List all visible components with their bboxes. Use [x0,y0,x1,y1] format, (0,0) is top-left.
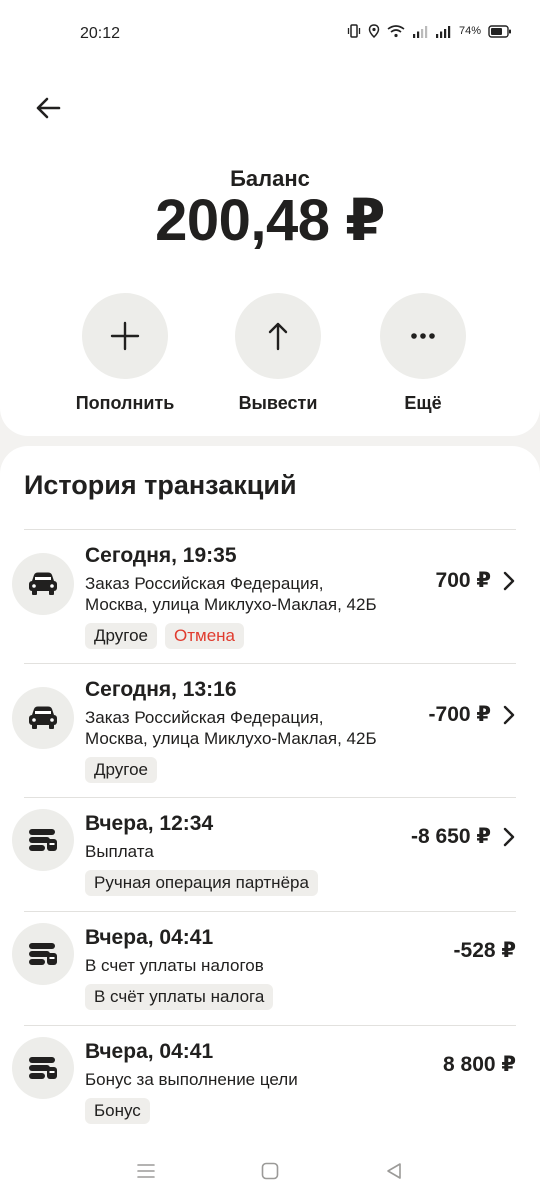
transaction-tags: Бонус [85,1098,150,1124]
top-up-circle [82,293,168,379]
vibrate-icon [347,24,361,38]
wifi-icon [387,25,405,38]
chevron-right-icon [503,571,515,591]
tag-other: Другое [85,623,158,649]
transaction-description: Заказ Российская Федерация, Москва, улиц… [85,573,425,615]
transaction-tags: Другое Отмена [85,623,245,649]
status-icons: 74% [347,24,512,38]
battery-percent: 74% [458,25,481,37]
tag-manual-operation: Ручная операция партнёра [85,870,318,896]
chevron-right-icon [503,827,515,847]
transaction-description: Заказ Российская Федерация, Москва, улиц… [85,707,425,749]
transaction-date: Вчера, 12:34 [85,812,214,835]
history-title: История транзакций [24,470,297,500]
transaction-date: Сегодня, 13:16 [85,678,237,701]
description-line: Москва, улица Миклухо-Маклая, 42Б [85,595,377,614]
triangle-back-icon [387,1163,401,1179]
system-nav-bar [0,1142,540,1200]
battery-icon [488,24,511,38]
transaction-tags: В счёт уплаты налога [85,984,274,1010]
transaction-amount: -700 ₽ [428,703,491,726]
transaction-amount: 700 ₽ [435,569,491,592]
transaction-item[interactable]: Вчера, 04:41 Бонус за выполнение цели Бо… [0,1026,540,1139]
back-button[interactable] [28,88,68,128]
location-icon [368,24,380,38]
transaction-tags: Другое [85,757,158,783]
tag-bonus: Бонус [85,1098,150,1124]
withdraw-label: Вывести [238,393,318,413]
transaction-item[interactable]: Вчера, 04:41 В счет уплаты налогов В счё… [0,912,540,1025]
taxi-icon [12,687,74,749]
signal-icon [412,25,428,38]
plus-icon [110,321,140,351]
recent-apps-button[interactable] [131,1156,161,1186]
arrow-up-icon [268,322,288,351]
transaction-date: Вчера, 04:41 [85,1040,214,1063]
tag-cancelled: Отмена [165,623,245,649]
chevron-right-icon [503,705,515,725]
withdraw-button[interactable]: Вывести [218,293,338,414]
transaction-description: В счет уплаты налогов [85,955,425,976]
status-bar: 20:12 74% [0,0,540,68]
signal-icon-2 [435,25,451,38]
transaction-description: Бонус за выполнение цели [85,1069,425,1090]
menu-icon [137,1164,155,1178]
description-line: В счет уплаты налогов [85,956,264,975]
coins-icon [12,1037,74,1099]
taxi-icon [12,553,74,615]
description-line: Бонус за выполнение цели [85,1070,298,1089]
more-label: Ещё [404,393,442,413]
transaction-item[interactable]: Сегодня, 13:16 Заказ Российская Федераци… [0,664,540,797]
top-up-button[interactable]: Пополнить [65,293,185,414]
withdraw-circle [235,293,321,379]
transaction-item[interactable]: Вчера, 12:34 Выплата Ручная операция пар… [0,798,540,911]
transaction-item[interactable]: Сегодня, 19:35 Заказ Российская Федераци… [0,530,540,663]
tag-other: Другое [85,757,158,783]
balance-amount: 200,48 ₽ [155,188,385,253]
description-line: Выплата [85,842,154,861]
arrow-left-icon [36,97,61,119]
coins-icon [12,923,74,985]
square-icon [261,1162,279,1180]
more-button[interactable]: Ещё [363,293,483,414]
home-button[interactable] [255,1156,285,1186]
transaction-description: Выплата [85,841,425,862]
transaction-amount: -8 650 ₽ [411,825,491,848]
transaction-tags: Ручная операция партнёра [85,870,318,896]
description-line: Заказ Российская Федерация, [85,708,324,727]
tag-tax: В счёт уплаты налога [85,984,274,1010]
description-line: Заказ Российская Федерация, [85,574,324,593]
top-up-label: Пополнить [75,393,175,413]
description-line: Москва, улица Миклухо-Маклая, 42Б [85,729,377,748]
transaction-date: Вчера, 04:41 [85,926,214,949]
transaction-amount: 8 800 ₽ [443,1053,516,1076]
more-dots-icon [411,333,435,339]
more-circle [380,293,466,379]
transaction-date: Сегодня, 19:35 [85,544,237,567]
transaction-history: История транзакций Сегодня, 19:35 Заказ … [0,446,540,1200]
transaction-amount: -528 ₽ [453,939,516,962]
balance-card: Баланс 200,48 ₽ Пополнить Вывести Ещё [0,68,540,436]
coins-icon [12,809,74,871]
status-time: 20:12 [80,25,121,42]
back-nav-button[interactable] [379,1156,409,1186]
